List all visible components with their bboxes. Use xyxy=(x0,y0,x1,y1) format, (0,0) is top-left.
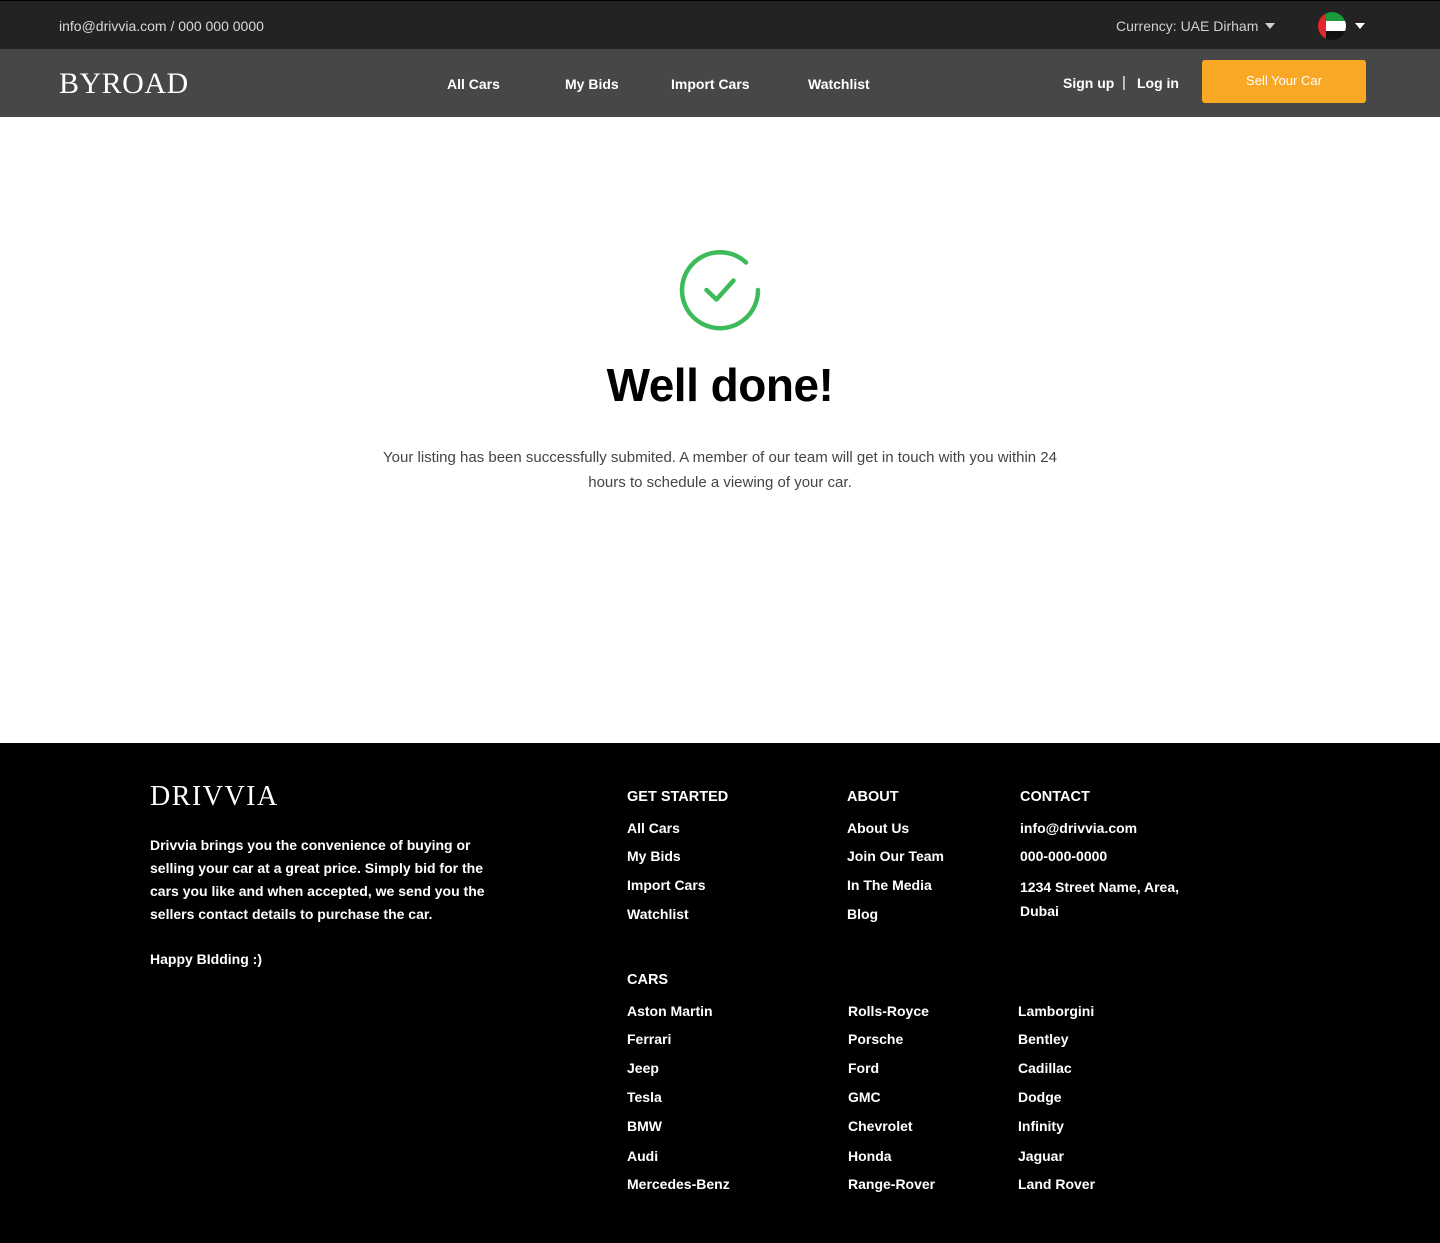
footer-car-link[interactable]: Lamborgini xyxy=(1018,1003,1094,1019)
top-contact-info: info@drivvia.com / 000 000 0000 xyxy=(59,18,264,34)
uae-flag-icon[interactable] xyxy=(1318,12,1346,40)
footer-link[interactable]: Import Cars xyxy=(627,877,706,893)
sign-up-link[interactable]: Sign up xyxy=(1063,75,1114,91)
footer-car-link[interactable]: Dodge xyxy=(1018,1089,1062,1105)
chevron-down-icon[interactable] xyxy=(1355,23,1365,29)
footer-link[interactable]: My Bids xyxy=(627,848,681,864)
footer-car-link[interactable]: Cadillac xyxy=(1018,1060,1072,1076)
footer-car-link[interactable]: Infinity xyxy=(1018,1118,1064,1134)
footer-car-link[interactable]: Range-Rover xyxy=(848,1176,935,1192)
footer-contact-phone[interactable]: 000-000-0000 xyxy=(1020,848,1107,864)
footer-car-link[interactable]: Aston Martin xyxy=(627,1003,713,1019)
auth-separator: | xyxy=(1122,74,1126,91)
chevron-down-icon[interactable] xyxy=(1265,23,1275,29)
footer-car-link[interactable]: Honda xyxy=(848,1148,892,1164)
footer-logo[interactable]: DRIVVIA xyxy=(150,781,279,813)
footer-car-link[interactable]: Tesla xyxy=(627,1089,662,1105)
footer-contact-email[interactable]: info@drivvia.com xyxy=(1020,820,1137,836)
page-title: Well done! xyxy=(606,359,834,411)
footer-car-link[interactable]: Audi xyxy=(627,1148,658,1164)
footer-link[interactable]: Blog xyxy=(847,906,878,922)
footer: DRIVVIA Drivvia brings you the convenien… xyxy=(0,743,1440,1243)
success-message: Your listing has been successfully submi… xyxy=(383,449,1057,491)
brand-logo[interactable]: BYROAD xyxy=(59,67,189,101)
footer-link[interactable]: Join Our Team xyxy=(847,848,944,864)
footer-about-text: Drivvia brings you the convenience of bu… xyxy=(150,837,485,922)
footer-link[interactable]: In The Media xyxy=(847,877,932,893)
footer-car-link[interactable]: BMW xyxy=(627,1118,662,1134)
footer-car-link[interactable]: Bentley xyxy=(1018,1031,1069,1047)
footer-car-link[interactable]: Mercedes-Benz xyxy=(627,1176,730,1192)
footer-car-link[interactable]: Porsche xyxy=(848,1031,903,1047)
footer-link[interactable]: All Cars xyxy=(627,820,680,836)
nav-my-bids[interactable]: My Bids xyxy=(565,76,619,92)
footer-happy-bidding: Happy BIdding :) xyxy=(150,951,262,967)
footer-heading-about: ABOUT xyxy=(847,789,899,805)
nav-import-cars[interactable]: Import Cars xyxy=(671,76,750,92)
nav-all-cars[interactable]: All Cars xyxy=(447,76,500,92)
footer-heading-get-started: GET STARTED xyxy=(627,789,729,805)
footer-car-link[interactable]: Ford xyxy=(848,1060,879,1076)
footer-link[interactable]: Watchlist xyxy=(627,906,689,922)
footer-car-link[interactable]: Rolls-Royce xyxy=(848,1003,929,1019)
footer-car-link[interactable]: Chevrolet xyxy=(848,1118,913,1134)
log-in-link[interactable]: Log in xyxy=(1137,75,1179,91)
nav-watchlist[interactable]: Watchlist xyxy=(808,76,870,92)
footer-car-link[interactable]: GMC xyxy=(848,1089,881,1105)
main-navbar: BYROAD All Cars My Bids Import Cars Watc… xyxy=(0,49,1440,117)
top-bar: info@drivvia.com / 000 000 0000 Currency… xyxy=(0,0,1440,49)
footer-link[interactable]: About Us xyxy=(847,820,909,836)
footer-heading-contact: CONTACT xyxy=(1020,789,1090,805)
footer-car-link[interactable]: Land Rover xyxy=(1018,1176,1095,1192)
footer-contact-address: 1234 Street Name, Area, Dubai xyxy=(1020,879,1180,919)
sell-your-car-button[interactable]: Sell Your Car xyxy=(1202,60,1366,103)
currency-selector[interactable]: Currency: UAE Dirham xyxy=(1116,18,1258,34)
footer-heading-cars: CARS xyxy=(627,972,669,988)
footer-car-link[interactable]: Jeep xyxy=(627,1060,659,1076)
footer-car-link[interactable]: Ferrari xyxy=(627,1031,671,1047)
check-circle-icon xyxy=(679,250,761,331)
footer-car-link[interactable]: Jaguar xyxy=(1018,1148,1064,1164)
